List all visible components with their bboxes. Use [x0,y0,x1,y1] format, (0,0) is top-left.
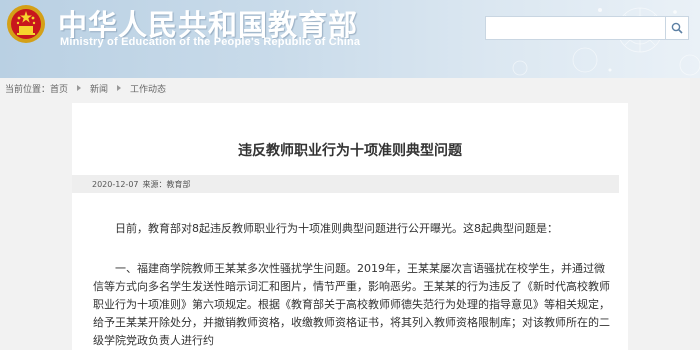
breadcrumb-work-news-link[interactable]: 工作动态 [130,82,166,95]
search-button[interactable] [665,16,689,40]
article-paragraph: 日前，教育部对8起违反教师职业行为十项准则典型问题进行公开曝光。这8起典型问题是… [115,222,558,235]
article-paragraph: 一、福建商学院教师王某某多次性骚扰学生问题。2019年，王某某屡次言语骚扰在校学… [93,262,610,347]
breadcrumb-label: 当前位置： [5,84,51,95]
breadcrumb-separator-icon [77,85,82,91]
article-meta-bar: 2020-12-07 来源：教育部 [72,175,619,193]
breadcrumb-home-link[interactable]: 首页 [50,82,68,95]
breadcrumb-news-link[interactable]: 新闻 [90,82,108,95]
breadcrumb: 当前位置： 首页 新闻 工作动态 [5,81,166,95]
article-container: 违反教师职业行为十项准则典型问题 2020-12-07 来源：教育部 日前，教育… [72,103,628,350]
search-input[interactable] [485,16,665,40]
article-title: 违反教师职业行为十项准则典型问题 [238,143,462,159]
article-source: 来源：教育部 [142,179,191,189]
breadcrumb-separator-icon [117,85,122,91]
article-date: 2020-12-07 [92,179,139,189]
page-scrollbar[interactable] [690,78,700,350]
site-subtitle: Ministry of Education of the People's Re… [60,36,361,48]
search-icon [671,22,683,34]
site-header: 中华人民共和国教育部 Ministry of Education of the … [0,0,700,78]
national-emblem-icon [7,5,45,43]
